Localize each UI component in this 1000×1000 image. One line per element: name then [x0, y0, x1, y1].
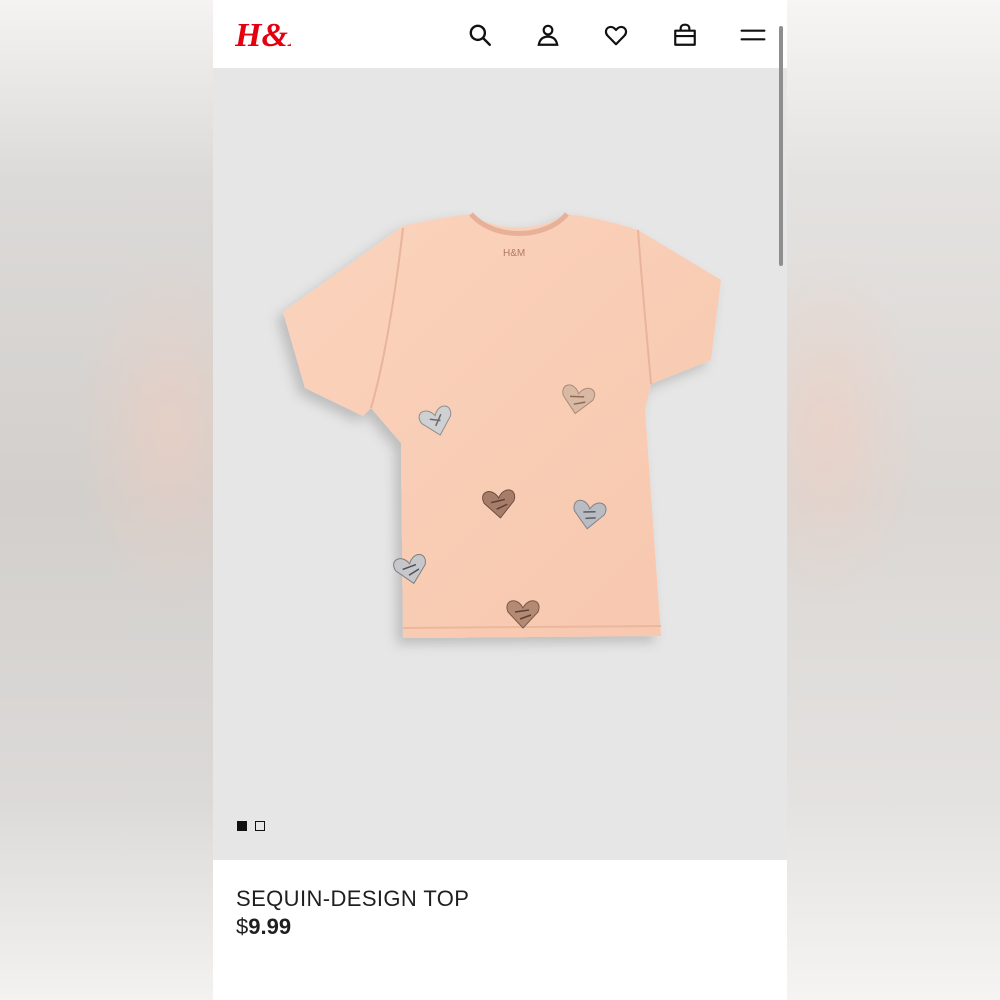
product-info: SEQUIN-DESIGN TOP $9.99	[213, 860, 787, 1000]
menu-icon	[740, 29, 766, 41]
gallery-pagination	[237, 821, 265, 831]
top-navigation-bar: H&M	[213, 0, 787, 68]
product-page: H&M	[213, 0, 787, 1000]
price-currency: $	[236, 914, 249, 939]
product-image-gallery[interactable]: H&M	[213, 68, 787, 860]
shirt-tag-label: H&M	[503, 248, 525, 259]
menu-button[interactable]	[736, 18, 770, 52]
blurred-background-left	[0, 0, 213, 1000]
account-icon	[537, 24, 559, 46]
product-title[interactable]: SEQUIN-DESIGN TOP	[236, 886, 469, 912]
shopping-bag-icon	[674, 23, 696, 46]
scrollbar[interactable]	[779, 26, 783, 266]
product-image-tshirt: H&M	[283, 212, 721, 638]
gallery-dot-2[interactable]	[255, 821, 265, 831]
account-button[interactable]	[531, 18, 565, 52]
shopping-bag-button[interactable]	[668, 18, 702, 52]
favorites-icon	[604, 25, 628, 46]
favorites-button[interactable]	[599, 18, 633, 52]
search-button[interactable]	[463, 18, 497, 52]
gallery-dot-1[interactable]	[237, 821, 247, 831]
hm-logo[interactable]: H&M	[235, 12, 291, 54]
svg-text:H&M: H&M	[235, 17, 291, 54]
product-price: $9.99	[236, 914, 291, 940]
search-icon	[469, 24, 491, 46]
price-value: 9.99	[248, 914, 292, 939]
blurred-background-right	[787, 0, 1000, 1000]
